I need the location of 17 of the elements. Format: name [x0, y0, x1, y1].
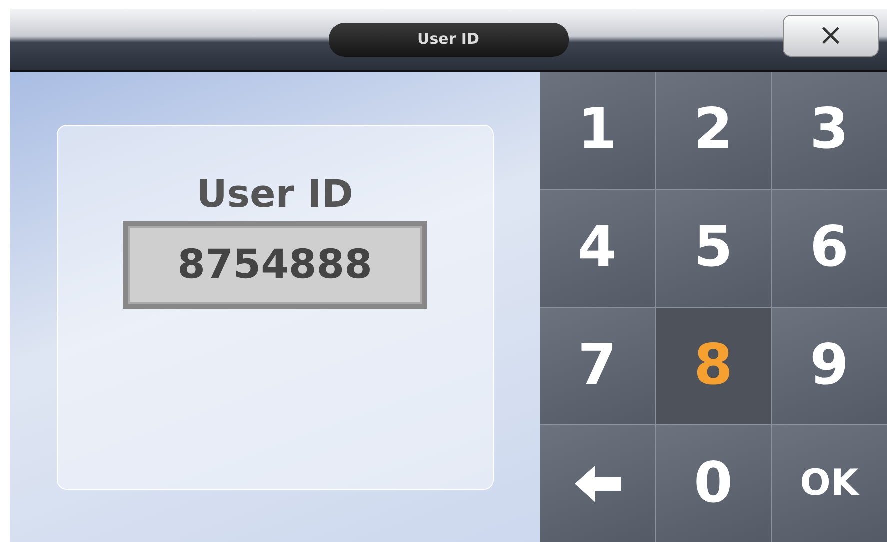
left-arrow-icon: [574, 466, 620, 502]
digit-key[interactable]: 9: [772, 308, 887, 424]
backspace-key[interactable]: [540, 425, 655, 542]
digit-key[interactable]: 1: [540, 72, 655, 189]
digit-key[interactable]: 4: [540, 190, 655, 306]
ok-key[interactable]: OK: [772, 425, 887, 542]
digit-key[interactable]: 3: [772, 72, 887, 189]
input-field[interactable]: 8754888: [123, 221, 427, 310]
digit-key[interactable]: 5: [656, 190, 771, 306]
close-button[interactable]: ×: [783, 15, 879, 57]
digit-key[interactable]: 0: [656, 425, 771, 542]
digit-key[interactable]: 8: [656, 308, 771, 424]
digit-key[interactable]: 6: [772, 190, 887, 306]
digit-key[interactable]: 2: [656, 72, 771, 189]
field-label: User ID: [196, 174, 354, 216]
digit-key[interactable]: 7: [540, 308, 655, 424]
window-title: User ID: [328, 22, 568, 56]
